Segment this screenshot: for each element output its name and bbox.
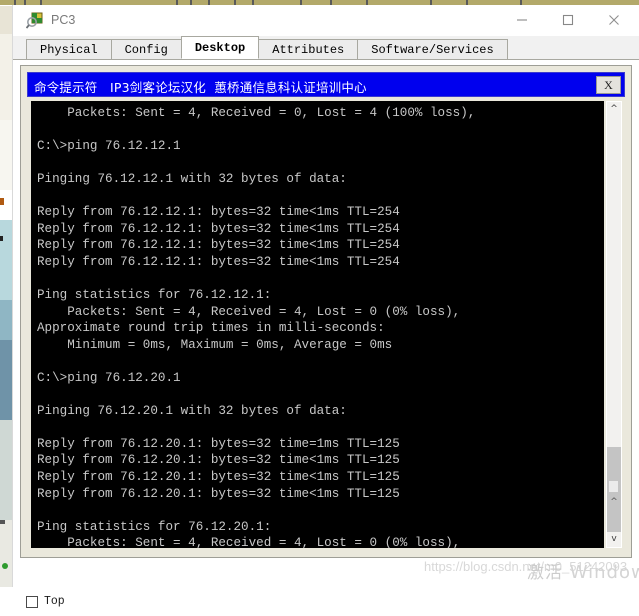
scrollbar-thumb-chevron-icon: ^ <box>610 497 618 507</box>
window-title-bar: PC3 <box>13 5 639 36</box>
tab-software-services[interactable]: Software/Services <box>357 39 508 59</box>
scrollbar-up-arrow-icon[interactable]: ^ <box>607 102 621 117</box>
window-bottom-bar: Top <box>13 588 639 616</box>
scrollbar-down-arrow-icon[interactable]: v <box>607 532 621 547</box>
tab-physical[interactable]: Physical <box>26 39 112 59</box>
command-prompt-title: 命令提示符 IP3剑客论坛汉化 蕙桥通信息科认证培训中心 <box>34 80 367 95</box>
close-icon <box>609 15 619 25</box>
device-window: PC3 Physical Config Desktop Attributes S… <box>12 5 639 616</box>
top-checkbox-row[interactable]: Top <box>26 595 65 608</box>
desktop-fleck <box>0 198 4 205</box>
panel-frame: 命令提示符 IP3剑客论坛汉化 蕙桥通信息科认证培训中心 X Packets: … <box>20 65 632 558</box>
terminal-text: Packets: Sent = 4, Received = 0, Lost = … <box>37 106 476 548</box>
command-prompt-title-bar: 命令提示符 IP3剑客论坛汉化 蕙桥通信息科认证培训中心 X <box>27 72 625 97</box>
top-checkbox-label: Top <box>44 595 65 608</box>
terminal-scrollbar[interactable]: ^ ^ v <box>606 101 622 548</box>
minimize-button[interactable] <box>501 5 547 36</box>
minimize-icon <box>517 19 527 21</box>
tab-attributes[interactable]: Attributes <box>258 39 359 59</box>
desktop-fleck <box>0 236 3 241</box>
maximize-button[interactable] <box>547 5 593 36</box>
desktop-background <box>0 0 12 587</box>
command-prompt-window: 命令提示符 IP3剑客论坛汉化 蕙桥通信息科认证培训中心 X Packets: … <box>27 72 625 551</box>
desktop-fleck <box>0 520 5 524</box>
top-checkbox[interactable] <box>26 595 38 608</box>
scrollbar-thumb[interactable]: ^ <box>607 447 621 537</box>
packet-tracer-device-icon <box>25 12 44 30</box>
window-title: PC3 <box>51 13 76 27</box>
maximize-icon <box>562 14 574 26</box>
scrollbar-thumb-grip <box>609 481 618 492</box>
command-prompt-close-button[interactable]: X <box>596 76 621 94</box>
tab-strip: Physical Config Desktop Attributes Softw… <box>13 36 639 60</box>
terminal-output-area[interactable]: Packets: Sent = 4, Received = 0, Lost = … <box>31 101 604 548</box>
desktop-tab-panel: 命令提示符 IP3剑客论坛汉化 蕙桥通信息科认证培训中心 X Packets: … <box>13 60 639 588</box>
command-prompt-body: Packets: Sent = 4, Received = 0, Lost = … <box>27 97 625 551</box>
tab-desktop[interactable]: Desktop <box>180 36 260 59</box>
close-button[interactable] <box>593 5 639 36</box>
status-indicator-dot <box>2 563 8 569</box>
tab-config[interactable]: Config <box>110 39 182 59</box>
